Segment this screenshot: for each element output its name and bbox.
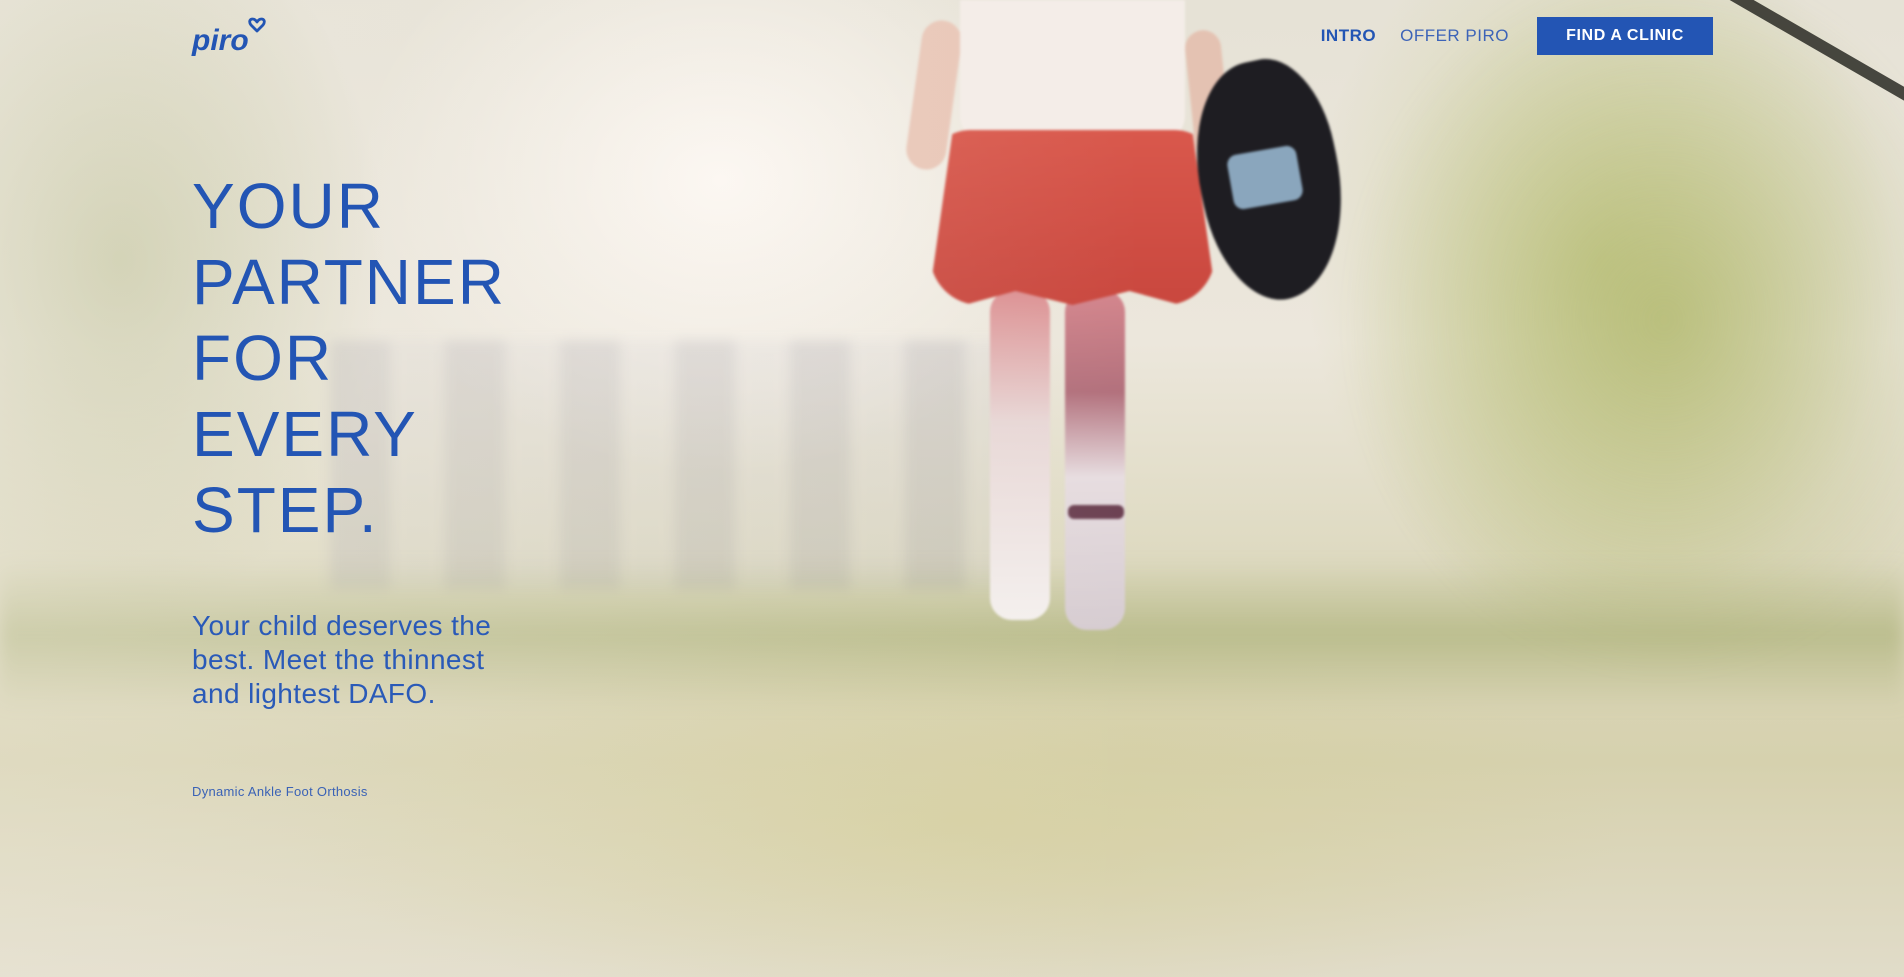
headline-line: YOUR <box>192 170 385 242</box>
piro-logo-icon: piro <box>191 17 266 57</box>
logo-wordmark: piro <box>191 24 249 57</box>
find-a-clinic-button[interactable]: FIND A CLINIC <box>1537 17 1713 55</box>
hero-subheadline: Your child deserves the best. Meet the t… <box>192 610 492 709</box>
headline-line: STEP. <box>192 474 379 546</box>
headline-line: FOR <box>192 322 334 394</box>
piro-logo[interactable]: piro <box>191 12 273 60</box>
nav-item-intro[interactable]: INTRO <box>1321 26 1376 46</box>
nav-item-offer-piro[interactable]: OFFER PIRO <box>1400 26 1509 46</box>
heart-icon <box>248 17 266 33</box>
hero-headline: YOUR PARTNER FOR EVERY STEP. <box>192 168 506 548</box>
headline-line: PARTNER <box>192 246 506 318</box>
page: piro INTRO OFFER PIRO FIND A CLINIC YOUR… <box>0 0 1904 977</box>
hero-caption: Dynamic Ankle Foot Orthosis <box>192 784 368 799</box>
headline-line: EVERY <box>192 398 418 470</box>
top-navigation: INTRO OFFER PIRO FIND A CLINIC <box>1321 17 1713 55</box>
